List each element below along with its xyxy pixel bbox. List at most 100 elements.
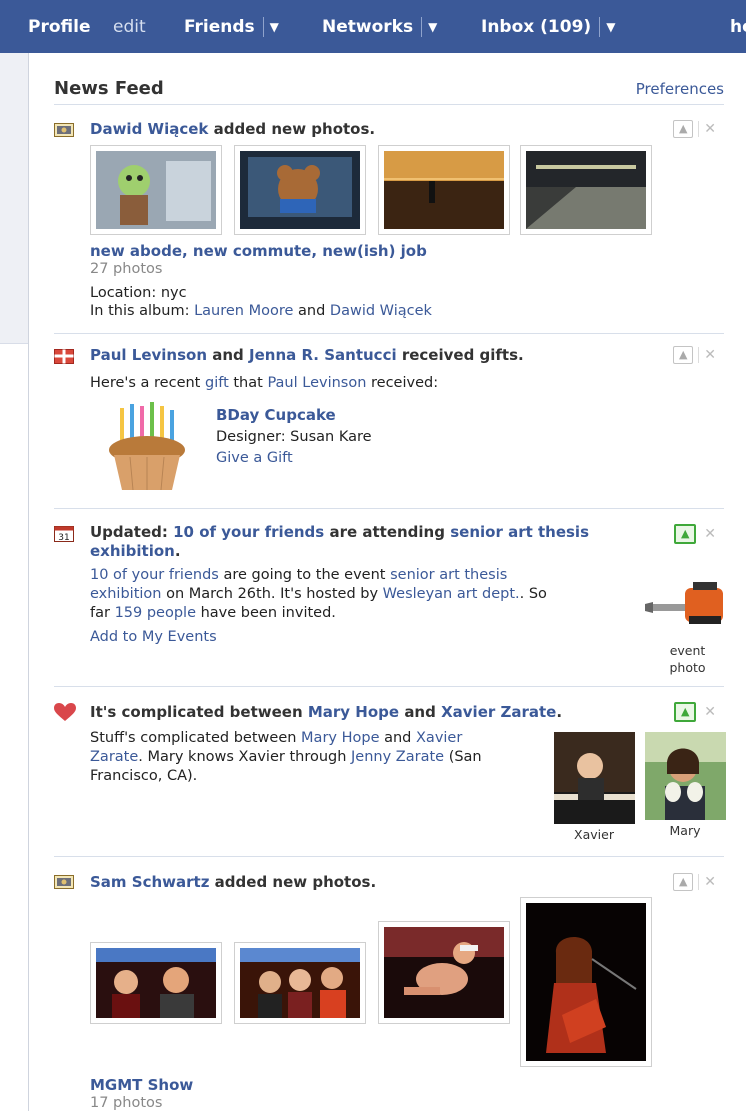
close-icon[interactable]: ✕ bbox=[704, 874, 716, 890]
nav-profile[interactable]: Profile bbox=[28, 17, 90, 37]
photo-thumbnail[interactable] bbox=[520, 145, 652, 235]
divider bbox=[54, 104, 724, 105]
story-actions: ▲ ✕ bbox=[673, 873, 716, 891]
close-icon[interactable]: ✕ bbox=[704, 526, 716, 542]
gift-link[interactable]: gift bbox=[205, 375, 229, 391]
nav-edit[interactable]: edit bbox=[113, 17, 146, 37]
give-gift-link[interactable]: Give a Gift bbox=[216, 448, 293, 466]
event-link[interactable]: exhibition bbox=[90, 542, 175, 560]
cupcake-gift-image[interactable] bbox=[100, 400, 195, 495]
actor-link[interactable]: Sam Schwartz bbox=[90, 873, 209, 891]
thumbs-up-icon[interactable]: ▲ bbox=[674, 524, 697, 544]
news-feed-title: News Feed bbox=[54, 78, 164, 99]
person-link[interactable]: Zarate bbox=[90, 749, 138, 765]
close-icon[interactable]: ✕ bbox=[704, 704, 716, 720]
nav-networks-label: Networks bbox=[322, 17, 414, 37]
add-to-my-events-link[interactable]: Add to My Events bbox=[90, 628, 217, 647]
story-actions: ▲ ✕ bbox=[673, 120, 716, 138]
story-headline: Sam Schwartz added new photos. bbox=[90, 873, 377, 891]
nav-overflow[interactable]: he bbox=[730, 17, 746, 37]
actor-link[interactable]: Jenna R. Santucci bbox=[249, 346, 397, 364]
thumbs-up-icon[interactable]: ▲ bbox=[674, 702, 697, 722]
relationship-description: Stuff's complicated between Mary Hope an… bbox=[90, 730, 482, 784]
photo-icon bbox=[54, 123, 74, 137]
nav-friends[interactable]: Friends ▼ bbox=[184, 17, 279, 37]
photo-icon bbox=[54, 875, 74, 889]
divider bbox=[54, 508, 724, 509]
xavier-caption: Xavier bbox=[574, 827, 614, 842]
left-sidebar-edge bbox=[0, 53, 29, 344]
story-headline: Updated: 10 of your friends are attendin… bbox=[90, 523, 589, 541]
photo-image bbox=[240, 948, 360, 1018]
photo-thumbnail[interactable] bbox=[378, 145, 510, 235]
close-icon[interactable]: ✕ bbox=[704, 121, 716, 137]
friends-link[interactable]: 10 of your friends bbox=[173, 523, 324, 541]
dropdown-caret-icon[interactable]: ▼ bbox=[606, 20, 615, 34]
gift-description: Here's a recent gift that Paul Levinson … bbox=[90, 375, 439, 391]
event-photo[interactable] bbox=[645, 568, 730, 640]
album-people: In this album: Lauren Moore and Dawid Wi… bbox=[90, 303, 432, 319]
photo-image bbox=[384, 151, 504, 229]
heart-icon bbox=[54, 703, 76, 721]
photo-thumbnail[interactable] bbox=[378, 921, 510, 1024]
album-location: Location: nyc bbox=[90, 285, 187, 301]
gift-designer: Designer: Susan Kare bbox=[216, 429, 372, 445]
thumbs-up-icon[interactable]: ▲ bbox=[673, 873, 694, 891]
photo-thumbnail[interactable] bbox=[90, 942, 222, 1024]
nav-networks[interactable]: Networks ▼ bbox=[322, 17, 437, 37]
photo-image bbox=[96, 151, 216, 229]
photo-count: 17 photos bbox=[90, 1095, 163, 1111]
nav-inbox-label: Inbox (109) bbox=[481, 17, 592, 37]
thumbs-up-icon[interactable]: ▲ bbox=[673, 346, 694, 364]
person-link[interactable]: Mary Hope bbox=[308, 703, 399, 721]
person-link[interactable]: Xavier bbox=[416, 730, 462, 746]
photo-image bbox=[96, 948, 216, 1018]
photo-thumbnail[interactable] bbox=[90, 145, 222, 235]
event-link[interactable]: exhibition bbox=[90, 586, 161, 602]
person-link[interactable]: Xavier Zarate bbox=[441, 703, 556, 721]
photo-count: 27 photos bbox=[90, 261, 163, 277]
close-icon[interactable]: ✕ bbox=[704, 347, 716, 363]
story-action-text: added new photos. bbox=[213, 120, 376, 138]
photo-image bbox=[526, 151, 646, 229]
person-link[interactable]: Mary Hope bbox=[301, 730, 379, 746]
invited-people-link[interactable]: 159 people bbox=[115, 605, 196, 621]
dropdown-caret-icon[interactable]: ▼ bbox=[270, 20, 279, 34]
nav-inbox[interactable]: Inbox (109) ▼ bbox=[481, 17, 615, 37]
event-link[interactable]: senior art thesis bbox=[390, 567, 507, 583]
host-link[interactable]: Wesleyan art dept. bbox=[383, 586, 520, 602]
top-nav-bar: Profile edit Friends ▼ Networks ▼ Inbox (1… bbox=[0, 0, 746, 54]
story-headline-cont: exhibition. bbox=[90, 542, 181, 560]
album-title-link[interactable]: new abode, new commute, new(ish) job bbox=[90, 242, 427, 260]
svg-text:31: 31 bbox=[58, 533, 69, 542]
photo-thumbnail[interactable] bbox=[234, 145, 366, 235]
story-headline: Dawid Wiącek added new photos. bbox=[90, 120, 375, 138]
story-actions: ▲ ✕ bbox=[674, 702, 716, 722]
mary-caption: Mary bbox=[669, 823, 701, 838]
gift-name-link[interactable]: BDay Cupcake bbox=[216, 406, 336, 424]
friends-link[interactable]: 10 of your friends bbox=[90, 567, 219, 583]
person-link[interactable]: Dawid Wiącek bbox=[330, 303, 432, 319]
preferences-link[interactable]: Preferences bbox=[636, 80, 724, 98]
story-actions: ▲ ✕ bbox=[673, 346, 716, 364]
person-link[interactable]: Lauren Moore bbox=[194, 303, 293, 319]
person-link[interactable]: Paul Levinson bbox=[267, 375, 366, 391]
nav-friends-label: Friends bbox=[184, 17, 255, 37]
person-link[interactable]: Jenny Zarate bbox=[351, 749, 444, 765]
album-title-link[interactable]: MGMT Show bbox=[90, 1076, 193, 1094]
event-link[interactable]: senior art thesis bbox=[450, 523, 589, 541]
photo-thumbnail[interactable] bbox=[520, 897, 652, 1067]
photo-image bbox=[526, 903, 646, 1061]
profile-photo-mary[interactable] bbox=[645, 732, 726, 820]
profile-photo-xavier[interactable] bbox=[554, 732, 635, 824]
thumbs-up-icon[interactable]: ▲ bbox=[673, 120, 694, 138]
event-photo-caption: event photo bbox=[669, 643, 706, 675]
event-description: 10 of your friends are going to the even… bbox=[90, 567, 547, 621]
divider bbox=[54, 686, 724, 687]
photo-thumbnail[interactable] bbox=[234, 942, 366, 1024]
actor-link[interactable]: Dawid Wiącek bbox=[90, 120, 208, 138]
photo-image bbox=[384, 927, 504, 1018]
photo-image bbox=[240, 151, 360, 229]
dropdown-caret-icon[interactable]: ▼ bbox=[428, 20, 437, 34]
actor-link[interactable]: Paul Levinson bbox=[90, 346, 207, 364]
